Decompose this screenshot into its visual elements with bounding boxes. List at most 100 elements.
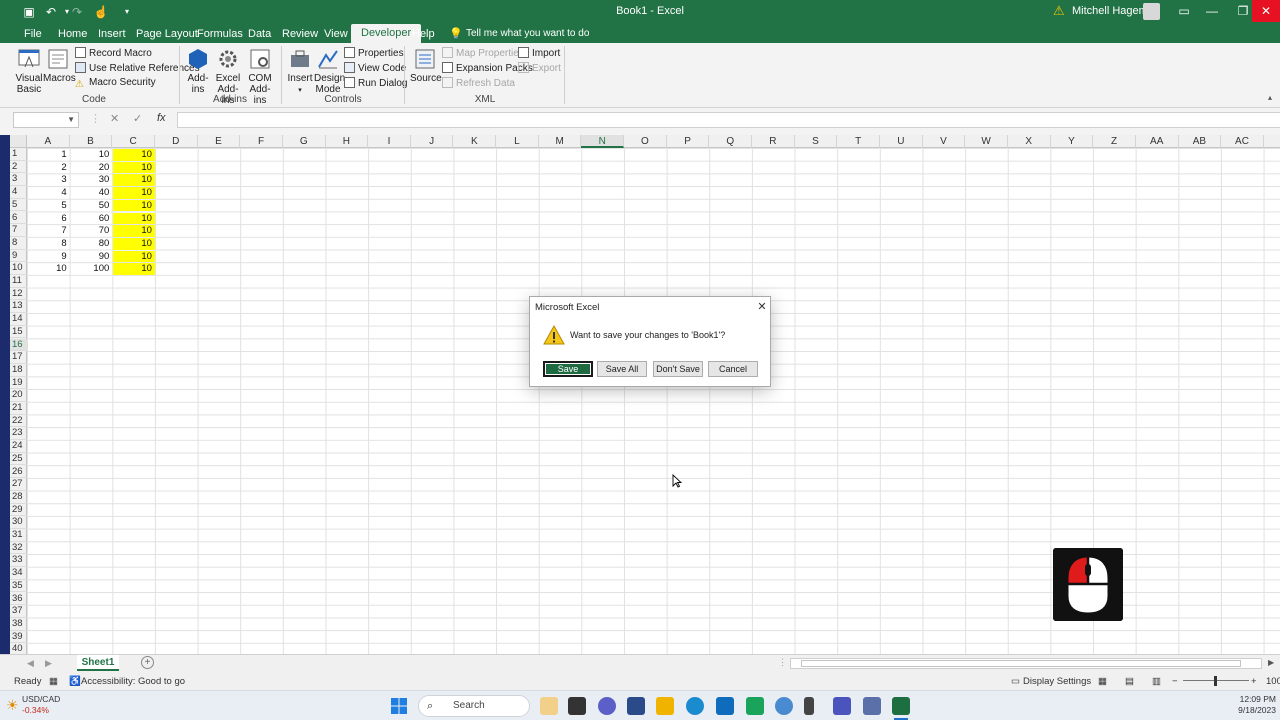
widgets-icon[interactable] — [540, 697, 558, 715]
macros-button[interactable]: Macros — [43, 47, 76, 84]
cell-b4[interactable]: 40 — [71, 187, 113, 199]
column-header-m[interactable]: M — [539, 135, 582, 148]
column-header-j[interactable]: J — [411, 135, 454, 148]
row-header-20[interactable]: 20 — [10, 389, 27, 402]
tab-home[interactable]: Home — [58, 27, 87, 43]
row-header-29[interactable]: 29 — [10, 504, 27, 517]
save-button[interactable]: Save — [543, 361, 593, 377]
edge-browser-icon[interactable] — [686, 697, 704, 715]
normal-view-icon[interactable]: ▦ — [1098, 676, 1107, 687]
cell-c1[interactable]: 10 — [113, 149, 155, 161]
cell-a6[interactable]: 6 — [28, 213, 70, 225]
cell-b10[interactable]: 100 — [71, 263, 113, 275]
save-all-button[interactable]: Save All — [597, 361, 647, 377]
row-header-24[interactable]: 24 — [10, 440, 27, 453]
row-header-19[interactable]: 19 — [10, 377, 27, 390]
import-button[interactable]: Import — [518, 47, 560, 59]
addins-button[interactable]: Add-ins — [184, 47, 212, 95]
tab-page-layout[interactable]: Page Layout — [136, 27, 198, 43]
map-properties-button[interactable]: Map Properties — [442, 47, 524, 59]
zoom-in-icon[interactable]: + — [1251, 676, 1257, 687]
tab-formulas[interactable]: Formulas — [197, 27, 243, 43]
cell-a2[interactable]: 2 — [28, 162, 70, 174]
row-header-32[interactable]: 32 — [10, 542, 27, 555]
app-icon[interactable] — [863, 697, 881, 715]
formula-input[interactable] — [177, 112, 1280, 128]
display-settings-icon[interactable]: ▭ — [1011, 676, 1020, 687]
system-clock[interactable]: 12:09 PM 9/18/2023 — [1232, 694, 1276, 716]
tab-file[interactable]: File — [24, 27, 42, 43]
teams-icon[interactable] — [833, 697, 851, 715]
row-header-16[interactable]: 16 — [10, 338, 27, 352]
page-layout-view-icon[interactable]: ▤ — [1125, 676, 1134, 687]
cell-c5[interactable]: 10 — [113, 199, 155, 212]
tab-splitter-icon[interactable]: ⋮ — [778, 657, 787, 668]
cell-b3[interactable]: 30 — [71, 174, 113, 186]
dont-save-button[interactable]: Don't Save — [653, 361, 703, 377]
row-header-33[interactable]: 33 — [10, 554, 27, 568]
column-header-y[interactable]: Y — [1051, 135, 1094, 148]
visual-basic-button[interactable]: Visual Basic — [14, 47, 44, 95]
cell-b2[interactable]: 20 — [71, 162, 113, 174]
dialog-close-icon[interactable]: ✕ — [756, 300, 768, 313]
minimize-icon[interactable]: — — [1198, 0, 1226, 22]
cell-c4[interactable]: 10 — [113, 187, 155, 199]
row-header-8[interactable]: 8 — [10, 237, 27, 250]
avatar[interactable] — [1143, 3, 1160, 20]
cell-a1[interactable]: 1 — [28, 149, 70, 161]
column-header-aa[interactable]: AA — [1136, 135, 1179, 148]
row-header-28[interactable]: 28 — [10, 491, 27, 504]
app-icon[interactable] — [627, 697, 645, 715]
use-relative-references-button[interactable]: Use Relative References — [75, 62, 200, 74]
column-header-l[interactable]: L — [496, 135, 539, 148]
column-header-g[interactable]: G — [283, 135, 326, 148]
row-header-12[interactable]: 12 — [10, 288, 27, 301]
row-header-18[interactable]: 18 — [10, 364, 27, 377]
column-header-d[interactable]: D — [155, 135, 198, 148]
cell-b1[interactable]: 10 — [71, 149, 113, 161]
column-header-ab[interactable]: AB — [1179, 135, 1222, 148]
app-icon[interactable] — [804, 697, 814, 715]
insert-control-button[interactable]: Insert ▾ — [286, 47, 314, 96]
weather-widget-icon[interactable]: ☀ — [6, 697, 19, 714]
column-header-ac[interactable]: AC — [1221, 135, 1264, 148]
taskbar-search[interactable]: ⌕ Search — [418, 695, 530, 717]
enter-icon[interactable]: ✓ — [133, 112, 142, 125]
cell-a9[interactable]: 9 — [28, 251, 70, 263]
row-header-7[interactable]: 7 — [10, 224, 27, 237]
cell-b5[interactable]: 50 — [71, 200, 113, 212]
excel-taskbar-icon[interactable] — [892, 697, 910, 715]
task-view-icon[interactable] — [568, 697, 586, 715]
sheet-tab-sheet1[interactable]: Sheet1 — [77, 655, 119, 671]
column-header-r[interactable]: R — [752, 135, 795, 148]
row-header-9[interactable]: 9 — [10, 250, 27, 263]
row-header-26[interactable]: 26 — [10, 466, 27, 479]
app-icon[interactable] — [746, 697, 764, 715]
insert-function-icon[interactable]: fx — [157, 112, 166, 124]
column-header-a[interactable]: A — [27, 135, 70, 148]
column-header-v[interactable]: V — [923, 135, 966, 148]
column-header-x[interactable]: X — [1008, 135, 1051, 148]
run-dialog-button[interactable]: Run Dialog — [344, 77, 407, 89]
row-header-10[interactable]: 10 — [10, 262, 27, 275]
row-header-2[interactable]: 2 — [10, 161, 27, 174]
row-header-21[interactable]: 21 — [10, 402, 27, 415]
row-header-30[interactable]: 30 — [10, 516, 27, 529]
redo-icon[interactable]: ↷ — [68, 4, 86, 20]
row-header-5[interactable]: 5 — [10, 199, 27, 212]
view-code-button[interactable]: View Code — [344, 62, 406, 74]
save-icon[interactable]: ▣ — [20, 4, 38, 20]
zoom-level[interactable]: 100 — [1266, 676, 1280, 687]
row-header-3[interactable]: 3 — [10, 173, 27, 187]
tab-view[interactable]: View — [324, 27, 348, 43]
row-header-37[interactable]: 37 — [10, 605, 27, 618]
tab-review[interactable]: Review — [282, 27, 318, 43]
row-header-25[interactable]: 25 — [10, 453, 27, 466]
cell-b6[interactable]: 60 — [71, 213, 113, 225]
tab-insert[interactable]: Insert — [98, 27, 126, 43]
column-header-z[interactable]: Z — [1093, 135, 1136, 148]
row-header-14[interactable]: 14 — [10, 313, 27, 326]
column-header-t[interactable]: T — [837, 135, 880, 148]
accessibility-status[interactable]: Accessibility: Good to go — [81, 676, 185, 687]
column-header-p[interactable]: P — [667, 135, 710, 148]
